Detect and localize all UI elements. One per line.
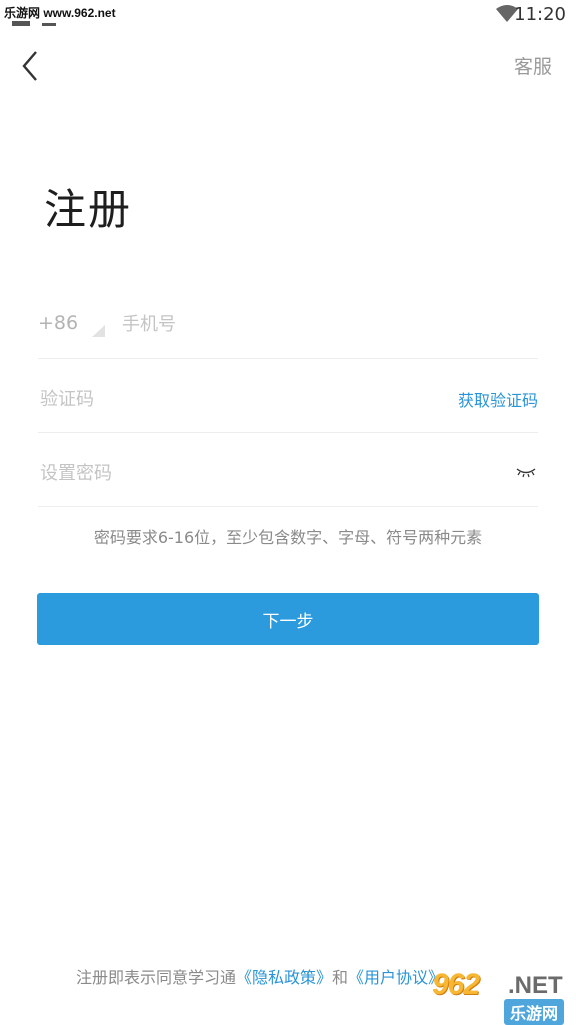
- password-hint: 密码要求6-16位，至少包含数字、字母、符号两种元素: [93, 528, 483, 547]
- user-agreement-link[interactable]: 《用户协议》: [348, 968, 444, 987]
- divider: [38, 358, 538, 359]
- notification-icons: [12, 21, 56, 26]
- page-title: 注册: [44, 185, 133, 234]
- privacy-policy-link[interactable]: 《隐私政策》: [236, 968, 332, 987]
- divider: [38, 432, 538, 433]
- footer-prefix: 注册即表示同意学习通: [76, 968, 237, 987]
- watermark-logo: 962 .NET 乐游网: [432, 968, 572, 1025]
- back-arrow-icon[interactable]: [16, 48, 48, 84]
- agreement-footer: 注册即表示同意学习通《隐私政策》和《用户协议》: [76, 964, 444, 988]
- watermark-suffix: .NET: [508, 972, 563, 999]
- get-code-button[interactable]: 获取验证码: [458, 387, 538, 411]
- divider: [38, 506, 538, 507]
- footer-and: 和: [332, 968, 349, 987]
- watermark-cn: 乐游网: [504, 999, 565, 1025]
- status-time: 11:20: [514, 4, 566, 25]
- dropdown-corner-icon[interactable]: [92, 325, 105, 337]
- password-input[interactable]: [38, 451, 482, 495]
- eye-closed-icon[interactable]: [516, 464, 536, 478]
- next-step-button[interactable]: 下一步: [37, 593, 539, 645]
- phone-input[interactable]: [120, 302, 524, 346]
- country-code-selector[interactable]: +86: [38, 312, 78, 334]
- customer-service-link[interactable]: 客服: [514, 52, 552, 79]
- watermark-brand: 962: [432, 968, 480, 1001]
- verification-code-input[interactable]: [38, 377, 422, 421]
